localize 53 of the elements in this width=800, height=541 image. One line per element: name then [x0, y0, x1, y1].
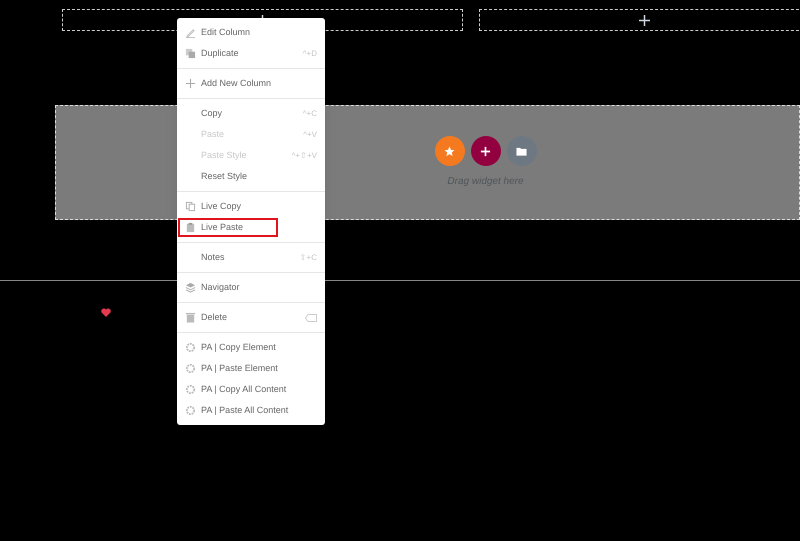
add-section-button[interactable] [470, 136, 500, 166]
copy-icon [185, 201, 196, 212]
menu-item[interactable]: PA | Paste Element [177, 358, 325, 379]
menu-label: Navigator [201, 280, 241, 294]
clipboard-icon [185, 222, 196, 233]
copy-icon [185, 48, 196, 59]
shortcut-text: ^+V [303, 128, 317, 140]
plus-icon [480, 146, 491, 156]
menu-item[interactable]: PA | Copy Element [177, 337, 325, 358]
templates-button[interactable] [434, 136, 464, 166]
pencil-icon [185, 27, 196, 38]
menu-label: Edit Column [201, 26, 252, 39]
menu-label: Live Paste [201, 220, 244, 234]
menu-item[interactable]: Notes ⇧+C [177, 247, 325, 268]
layers-icon [185, 282, 196, 293]
folder-icon [516, 146, 527, 156]
menu-item[interactable]: Navigator [177, 277, 325, 298]
menu-item[interactable]: Live Copy [177, 196, 325, 217]
gear-icon [185, 342, 196, 353]
menu-item[interactable]: Duplicate ^+D [177, 43, 325, 64]
menu-item[interactable]: Copy ^+C [177, 103, 325, 124]
menu-label: Add New Column [201, 76, 272, 90]
menu-label: PA | Copy All Content [201, 382, 288, 396]
plus-icon[interactable] [638, 14, 650, 26]
gear-icon [185, 363, 196, 374]
menu-label: Duplicate [201, 46, 240, 60]
menu-label: Reset Style [201, 170, 248, 183]
menu-item[interactable]: Edit Column [177, 22, 325, 43]
star-icon [444, 146, 455, 156]
plus-icon [185, 78, 196, 89]
menu-item[interactable]: PA | Paste All Content [177, 400, 325, 421]
shortcut-text: ^+C [302, 108, 317, 120]
folder-button[interactable] [506, 136, 536, 166]
menu-label: Notes [201, 250, 226, 264]
trash-icon [185, 312, 196, 323]
menu-item[interactable]: Delete [177, 307, 325, 328]
shortcut-text: ^+⇧+V [292, 150, 317, 162]
gear-icon [185, 384, 196, 395]
heart-icon [101, 308, 111, 317]
menu-label: PA | Copy Element [201, 340, 277, 354]
menu-item[interactable]: Live Paste [177, 217, 279, 238]
menu-label: Live Copy [201, 200, 242, 213]
menu-item[interactable]: Add New Column [177, 73, 325, 94]
menu-item[interactable]: Reset Style [177, 166, 325, 187]
menu-label: Copy [201, 106, 224, 120]
menu-label: Delete [201, 310, 228, 324]
backspace-icon [305, 314, 317, 322]
menu-label: PA | Paste All Content [201, 404, 290, 417]
shortcut-text: ^+D [302, 48, 317, 60]
shortcut-text: ⇧+C [300, 252, 317, 264]
gear-icon [185, 405, 196, 416]
menu-label: PA | Paste Element [201, 362, 279, 375]
menu-item[interactable]: PA | Copy All Content [177, 379, 325, 400]
